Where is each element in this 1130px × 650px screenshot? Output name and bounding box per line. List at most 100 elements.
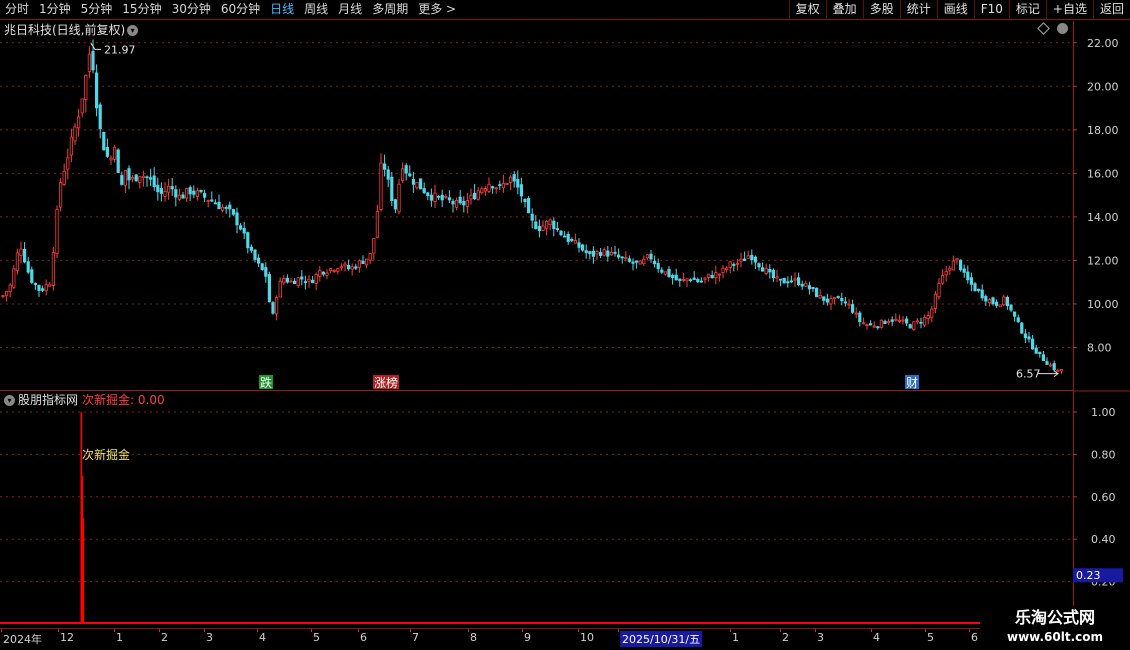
event-marker-2[interactable]: 财 [906,376,918,390]
period-tab-10[interactable]: 更多 > [413,0,461,20]
toolbar-button-1[interactable]: 叠加 [825,0,863,20]
candle-body [897,319,902,322]
candle-body [285,277,290,283]
date-label-6: 5 [313,631,320,644]
toolbar-buttons: 复权 叠加 多股 统计 画线 F10 标记 +自选 返回 [788,0,1130,20]
candle-body [231,209,235,215]
candle-body [188,187,192,195]
toolbar-button-2[interactable]: 多股 [862,0,900,20]
candle-body [987,299,992,304]
candle-body [523,198,527,202]
toolbar-button-5[interactable]: F10 [973,0,1009,20]
candle-body [901,319,905,322]
period-tab-3[interactable]: 15分钟 [117,0,166,20]
candle-body [368,252,372,261]
period-tab-0[interactable]: 分时 [0,0,34,20]
candle-body [462,201,466,206]
date-tick [468,629,469,632]
candle-body [595,251,599,255]
candle-body [181,194,185,199]
candle-body [458,196,462,204]
candle-body [22,248,27,263]
candle-body [264,267,268,277]
toolbar-button-6[interactable]: 标记 [1008,0,1046,20]
event-marker-1[interactable]: 涨榜 [374,375,398,390]
period-tab-4[interactable]: 30分钟 [167,0,216,20]
candle-body [498,184,502,187]
date-label-12: 2025/10/31/五 [620,631,703,647]
candle-body [602,249,606,256]
candle-body [1052,363,1056,371]
candle-body [876,326,880,329]
candle-body [519,184,524,197]
candle-body [379,162,383,210]
candle-body [728,261,732,268]
price-chart[interactable]: 21.97 6.57 跌 涨榜 财 [0,21,1073,391]
candle-body [5,290,9,297]
candle-body [775,276,779,279]
event-marker-0[interactable]: 跌 [260,375,272,390]
candle-body [73,126,77,142]
candle-body [113,146,117,160]
candle-body [642,258,646,265]
toolbar-button-3[interactable]: 统计 [899,0,937,20]
candle-body [397,183,401,213]
indicator-tick-label: 0.60 [1091,491,1116,504]
indicator-chart[interactable]: 次新掘金 [0,392,1073,628]
candle-body [631,261,635,264]
price-axis: 22.00 20.00 18.00 16.00 14.00 12.00 10.00 8.00 1… [1073,21,1130,627]
candle-body [573,240,578,244]
price-tick-label: 18.00 [1087,124,1119,137]
candle-body [80,98,84,114]
toolbar-button-8[interactable]: 返回 [1092,0,1130,20]
candle-body [840,298,844,302]
toolbar-button-4[interactable]: 画线 [936,0,974,20]
candle-body [487,183,491,192]
candle-body [613,251,617,254]
date-label-11: 10 [580,631,594,644]
candle-body [581,244,585,251]
candle-body [1056,369,1060,372]
candle-body [51,252,56,286]
candle-body [843,301,848,304]
period-tab-2[interactable]: 5分钟 [76,0,118,20]
period-tab-6[interactable]: 日线 [265,0,299,20]
candle-body [433,192,437,202]
candle-body [138,176,142,183]
price-tick-label: 14.00 [1087,211,1119,224]
candle-body [465,200,470,207]
period-tab-8[interactable]: 月线 [333,0,367,20]
candle-body [746,255,750,259]
candle-body [55,209,59,255]
candle-body [879,319,884,329]
indicator-tick-label: 0.40 [1091,533,1116,546]
candle-body [735,262,740,265]
candle-body [292,280,297,285]
candle-body [789,280,794,283]
period-tab-5[interactable]: 60分钟 [216,0,265,20]
candle-body [800,283,804,287]
candle-body [552,220,556,230]
period-tab-1[interactable]: 1分钟 [34,0,76,20]
candle-body [1002,296,1006,306]
date-label-3: 2 [161,631,168,644]
candle-body [951,260,956,271]
candle-body [984,295,988,302]
candle-body [566,233,570,242]
candle-body [937,283,941,297]
candle-body [512,174,516,182]
candle-body [703,277,707,280]
period-tab-9[interactable]: 多周期 [367,0,413,20]
period-tab-7[interactable]: 周线 [299,0,333,20]
toolbar-button-0[interactable]: 复权 [788,0,826,20]
candle-body [364,258,369,266]
candle-body [991,297,995,305]
toolbar-button-7[interactable]: +自选 [1045,0,1093,20]
candle-body [375,211,380,238]
candle-body [966,271,970,281]
date-tick [311,629,312,632]
candle-body [559,230,563,236]
candle-body [858,312,862,323]
date-label-7: 6 [360,631,367,644]
candle-body [732,264,736,266]
